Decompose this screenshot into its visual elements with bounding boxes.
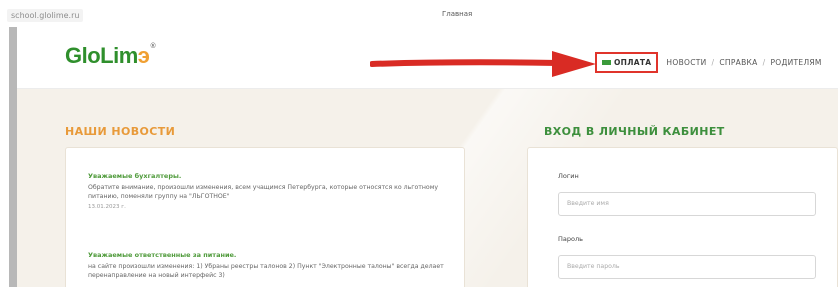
left-scroll-edge	[9, 27, 17, 287]
payment-icon	[602, 60, 611, 65]
news-item: Уважаемые ответственные за питание. на с…	[88, 251, 458, 280]
login-label: Логин	[558, 172, 579, 180]
logo-trademark: ®	[150, 43, 156, 50]
nav-separator: /	[711, 58, 715, 67]
news-item-title[interactable]: Уважаемые бухгалтеры.	[88, 172, 458, 180]
tab-title[interactable]: Главная	[442, 10, 472, 18]
logo-text-orange: э	[137, 43, 150, 68]
logo-text-green: GloLim	[65, 43, 138, 68]
password-input[interactable]: Введите пароль	[558, 255, 816, 279]
browser-bar: school.glolime.ru Главная	[0, 0, 838, 27]
nav-pay-link[interactable]: ОПЛАТА	[595, 52, 659, 73]
news-item-title[interactable]: Уважаемые ответственные за питание.	[88, 251, 458, 259]
news-item-date: 13.01.2023 г.	[88, 204, 126, 210]
nav-pay-label: ОПЛАТА	[614, 58, 652, 67]
news-item-text: на сайте произошли изменения: 1) Убраны …	[88, 263, 444, 279]
news-item: Уважаемые бухгалтеры. Обратите внимание,…	[88, 172, 458, 210]
address-bar[interactable]: school.glolime.ru	[7, 9, 84, 22]
glolime-logo[interactable]: GloLimэ®	[65, 43, 156, 69]
red-arrow-annotation	[370, 51, 596, 77]
news-item-text: Обратите внимание, произошли изменения, …	[88, 184, 439, 200]
nav-separator: /	[762, 58, 766, 67]
nav-parents-link[interactable]: РОДИТЕЛЯМ	[770, 58, 821, 67]
main-content: НАШИ НОВОСТИ Уважаемые бухгалтеры. Обрат…	[17, 89, 838, 287]
nav-help-link[interactable]: СПРАВКА	[719, 58, 757, 67]
nav-news-link[interactable]: НОВОСТИ	[666, 58, 706, 67]
login-section-title: ВХОД В ЛИЧНЫЙ КАБИНЕТ	[544, 125, 725, 138]
login-input[interactable]: Введите имя	[558, 192, 816, 216]
login-card: Логин Введите имя Пароль Введите пароль	[527, 147, 838, 287]
main-nav: ОПЛАТА НОВОСТИ / СПРАВКА / РОДИТЕЛЯМ	[595, 52, 822, 73]
news-card: Уважаемые бухгалтеры. Обратите внимание,…	[65, 147, 465, 287]
password-label: Пароль	[558, 235, 583, 243]
news-section-title: НАШИ НОВОСТИ	[65, 125, 176, 138]
